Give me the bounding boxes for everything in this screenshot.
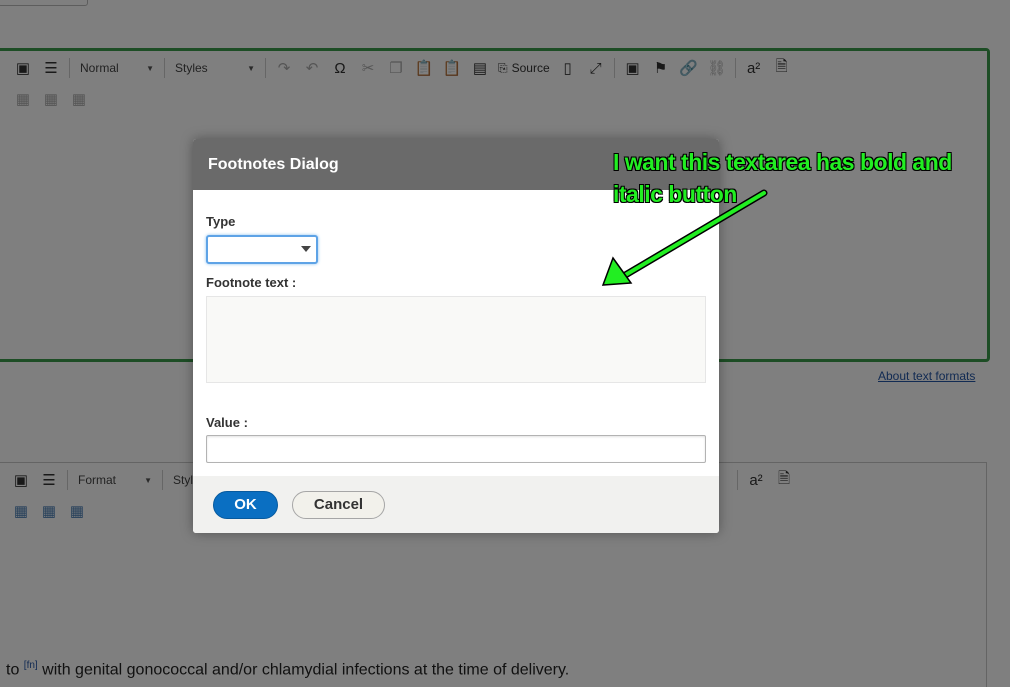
type-select[interactable] [206, 235, 318, 264]
annotation-arrow-icon [601, 189, 768, 286]
footnote-text-area[interactable] [206, 296, 706, 383]
annotation-line-1: I want this textarea has bold and [613, 149, 952, 175]
ok-button[interactable]: OK [213, 490, 278, 519]
cancel-button[interactable]: Cancel [292, 490, 385, 519]
value-input[interactable] [206, 435, 706, 463]
value-label: Value : [206, 415, 248, 430]
chevron-down-icon [301, 246, 311, 252]
dialog-footer: OK Cancel [193, 476, 719, 533]
